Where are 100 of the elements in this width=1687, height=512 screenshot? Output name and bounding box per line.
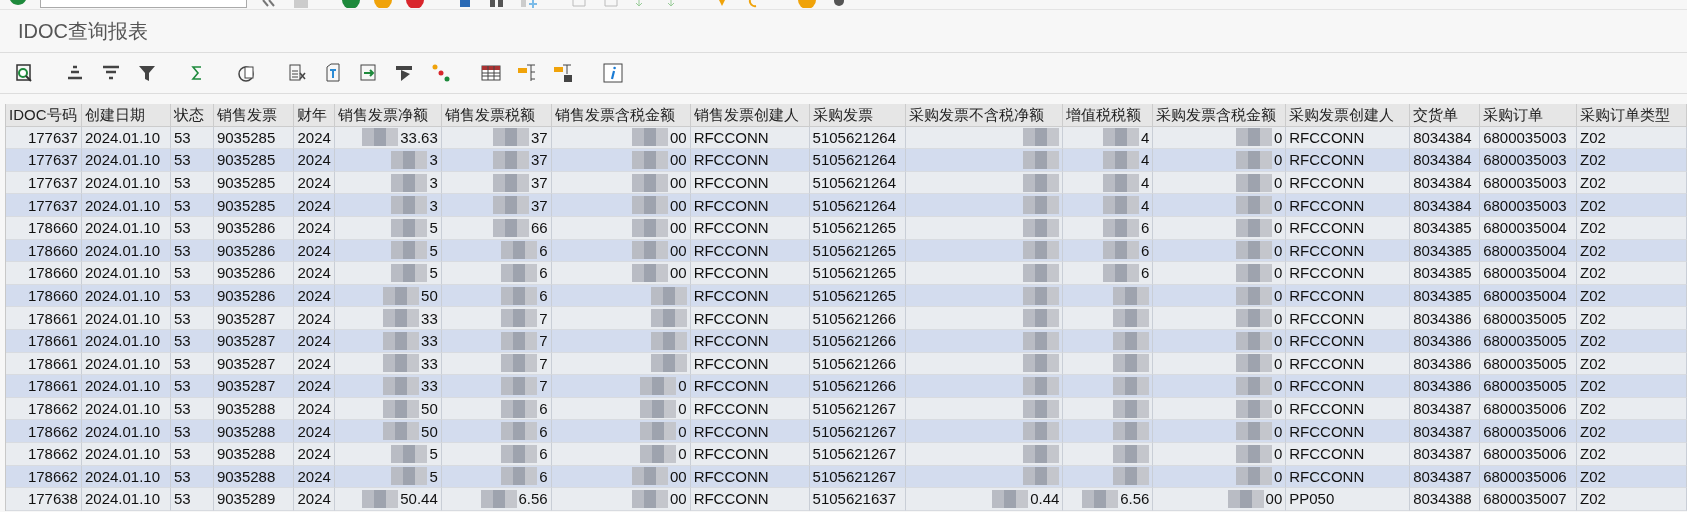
command-field[interactable] <box>40 0 247 8</box>
table-cell: RFCCONN <box>693 219 769 237</box>
table-cell: 9035289 <box>216 490 276 508</box>
blurred-value <box>501 263 538 282</box>
table-cell: 9035287 <box>216 377 276 395</box>
table-cell: 4 <box>1141 196 1150 214</box>
table-cell: RFCCONN <box>693 445 769 463</box>
blurred-value <box>1235 309 1272 328</box>
table-cell: 0 <box>1273 264 1283 282</box>
blurred-value <box>631 489 668 508</box>
blurred-value <box>362 128 399 147</box>
column-header[interactable]: 增值税税额 <box>1063 104 1154 127</box>
table-cell: 00 <box>669 490 687 508</box>
table-cell: Z02 <box>1580 174 1606 192</box>
table-cell: 0 <box>1273 467 1283 485</box>
table-cell: RFCCONN <box>693 309 769 327</box>
table-cell: 6800035003 <box>1483 196 1567 214</box>
layout-save-icon[interactable] <box>552 62 574 84</box>
check-icon[interactable] <box>8 0 28 8</box>
table-cell: 6800035006 <box>1483 445 1567 463</box>
table-cell: 2024 <box>297 422 331 440</box>
table-cell: 37 <box>531 174 548 192</box>
column-header[interactable]: IDOC号码 <box>6 104 82 127</box>
column-header[interactable]: 采购订单类型 <box>1577 104 1687 127</box>
column-header[interactable]: 销售发票净额 <box>334 104 442 127</box>
table-cell: 178661 <box>27 377 78 395</box>
table-cell: 6 <box>539 241 548 259</box>
blurred-value <box>631 128 668 147</box>
table-cell: 8034387 <box>1413 400 1472 417</box>
table-cell: RFCCONN <box>1289 400 1365 417</box>
table-cell: 37 <box>531 196 548 214</box>
table-cell: Z02 <box>1580 309 1606 327</box>
table-cell: 0 <box>1273 332 1283 350</box>
table-cell: Z02 <box>1580 467 1606 485</box>
table-cell: RFCCONN <box>1289 219 1365 237</box>
table-cell: 178662 <box>27 400 78 417</box>
table-cell: 6.56 <box>1120 490 1150 508</box>
table-cell: 53 <box>173 354 191 372</box>
column-header[interactable]: 销售发票含税金额 <box>551 104 691 127</box>
table-cell: 53 <box>173 445 191 463</box>
table-cell: 6 <box>539 400 548 417</box>
table-cell: 178662 <box>27 467 78 485</box>
blurred-value <box>631 218 668 237</box>
layout-select-icon[interactable] <box>516 62 538 84</box>
table-cell: RFCCONN <box>693 264 769 282</box>
cancel-icon[interactable] <box>405 0 425 8</box>
blurred-value <box>493 196 529 215</box>
blurred-value <box>501 331 538 350</box>
blurred-value <box>1113 331 1150 350</box>
column-header[interactable]: 销售发票 <box>213 104 294 127</box>
blurred-value <box>640 422 677 441</box>
column-header[interactable]: 销售发票税额 <box>441 104 552 127</box>
blurred-value <box>1113 309 1150 328</box>
table-cell: Z02 <box>1580 264 1606 282</box>
column-header[interactable]: 采购订单 <box>1480 104 1578 127</box>
table-cell: 9035286 <box>216 219 276 237</box>
table-icon[interactable] <box>480 62 502 84</box>
table-cell: 2024 <box>297 128 331 146</box>
column-header[interactable]: 采购发票含税金额 <box>1153 104 1287 127</box>
table-cell: 53 <box>173 241 191 259</box>
column-header[interactable]: 状态 <box>170 104 214 127</box>
table-cell: 9035288 <box>216 400 276 417</box>
table-cell: RFCCONN <box>693 400 769 417</box>
window-title: IDOC查询报表 <box>18 18 148 44</box>
table-cell: 2024.01.10 <box>84 467 161 485</box>
table-cell: Z02 <box>1580 400 1606 417</box>
column-header[interactable]: 采购发票创建人 <box>1286 104 1411 127</box>
table-cell: 5105621266 <box>812 377 896 395</box>
table-cell: 2024 <box>297 174 331 192</box>
table-cell: Z02 <box>1580 490 1606 508</box>
column-header[interactable]: 财年 <box>293 104 335 127</box>
column-header[interactable]: 销售发票创建人 <box>690 104 810 127</box>
table-cell: 9035288 <box>216 422 276 440</box>
table-cell: Z02 <box>1580 354 1606 372</box>
column-header[interactable]: 创建日期 <box>81 104 171 127</box>
table-cell: 0 <box>1273 128 1283 146</box>
column-header[interactable]: 交货单 <box>1410 104 1481 127</box>
table-cell: 6800035005 <box>1483 332 1567 350</box>
table-cell: 00 <box>669 241 687 259</box>
table-cell: RFCCONN <box>1289 241 1365 259</box>
table-cell: Z02 <box>1580 219 1606 237</box>
table-cell: 5105621265 <box>812 219 896 237</box>
blurred-value <box>1103 128 1139 147</box>
table-cell: 6800035004 <box>1483 219 1567 237</box>
info-icon[interactable] <box>602 62 624 84</box>
table-cell: 53 <box>173 151 191 169</box>
table-cell: RFCCONN <box>1289 174 1365 192</box>
column-header[interactable]: 采购发票 <box>809 104 907 127</box>
table-cell: 2024 <box>297 400 331 417</box>
column-header[interactable]: 采购发票不含税净额 <box>906 104 1064 127</box>
table-cell: 6 <box>539 422 548 440</box>
table-cell: 2024.01.10 <box>84 128 161 146</box>
spreadsheet-export-icon[interactable] <box>286 62 308 84</box>
table-cell: 9035285 <box>216 196 276 214</box>
table-cell: Z02 <box>1580 422 1606 440</box>
table-cell: 2024.01.10 <box>84 377 161 395</box>
blurred-value <box>383 309 420 328</box>
table-cell: 3 <box>429 196 438 214</box>
table-cell: Z02 <box>1580 151 1606 169</box>
back-icon[interactable] <box>341 0 361 8</box>
